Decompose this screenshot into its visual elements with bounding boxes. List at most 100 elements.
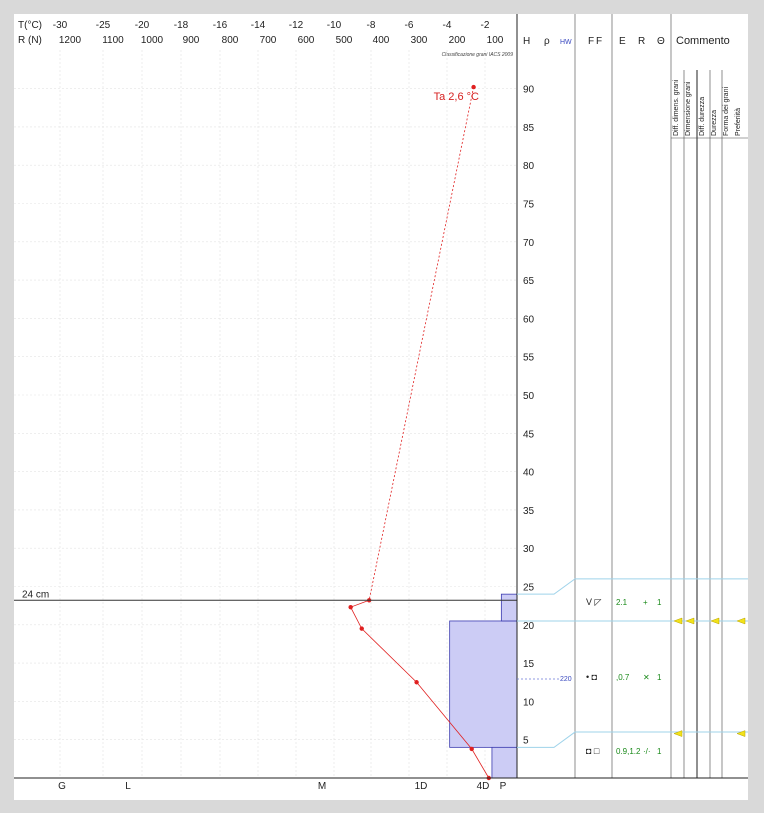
temperature-tick: -18 (174, 20, 189, 31)
col-e: E (619, 36, 626, 47)
col-theta: Θ (657, 36, 665, 47)
layer-wetness: 1 (657, 673, 662, 682)
layer-grain-size: ,0.7 (616, 673, 630, 682)
layer-grain-size: 2.1 (616, 598, 628, 607)
height-tick: 40 (523, 468, 535, 479)
hardness-bar (449, 620, 518, 748)
height-tick: 85 (523, 123, 535, 134)
comment-marker (736, 730, 746, 737)
temperature-axis-label: T(°C) (18, 20, 42, 31)
comment-column-header: Dimensione grani (685, 81, 692, 136)
col-f1: F (588, 36, 594, 47)
height-tick: 60 (523, 314, 535, 325)
air-temperature-line (368, 86, 474, 601)
temperature-tick: -4 (443, 20, 452, 31)
height-tick: 70 (523, 238, 535, 249)
comment-column-header: Preferiità (735, 108, 742, 136)
resistance-tick: 1100 (102, 35, 124, 46)
height-tick: 10 (523, 697, 535, 708)
resistance-tick: 600 (298, 35, 315, 46)
resistance-tick: 900 (183, 35, 200, 46)
layer-grain-symbols: • ◘ (586, 672, 598, 682)
hardness-scale-label: 1D (415, 781, 428, 792)
temperature-tick: -10 (327, 20, 342, 31)
air-temperature-label: Ta 2,6 °C (434, 91, 479, 103)
height-tick: 25 (523, 583, 535, 594)
comment-column-header: Durezza (711, 110, 718, 136)
temperature-point (469, 746, 474, 752)
height-tick: 5 (523, 736, 529, 747)
classification-note: Classificazione grani IACS 2009 (442, 52, 514, 58)
resistance-tick: 400 (373, 35, 390, 46)
layer-grain-symbols: ◘ □ (586, 746, 600, 756)
col-h: H (523, 36, 530, 47)
resistance-tick: 300 (411, 35, 428, 46)
resistance-tick: 500 (336, 35, 353, 46)
height-tick: 15 (523, 659, 535, 670)
col-hw: HW (560, 39, 572, 46)
comment-marker (673, 730, 683, 737)
temperature-point (414, 680, 419, 685)
temperature-tick: -12 (289, 20, 304, 31)
temperature-tick: -16 (213, 20, 228, 31)
temperature-tick: -30 (53, 20, 68, 31)
height-tick: 45 (523, 429, 535, 440)
snow-profile-sheet: T(°C) R (N) -30 -25 -20 -18 -16 -14 -12 -10 -8 -6… (14, 14, 748, 800)
layer-wetness: 1 (657, 747, 662, 756)
comment-column-header: Forma dei grani (723, 87, 730, 136)
height-tick: 35 (523, 506, 535, 517)
resistance-tick: 1000 (141, 35, 164, 46)
layer-hardness: + (643, 598, 648, 607)
air-temperature-point (471, 84, 476, 90)
hardness-scale-label: G (58, 781, 66, 792)
density-value: 220 (560, 676, 572, 683)
temperature-tick: -6 (405, 20, 414, 31)
col-r: R (638, 36, 645, 47)
temperature-point (348, 604, 353, 610)
resistance-tick: 1200 (59, 35, 82, 46)
layer-boundary (517, 578, 748, 595)
height-tick: 20 (523, 621, 535, 632)
temperature-tick: -8 (367, 20, 376, 31)
layer-boundary (517, 731, 748, 748)
comment-marker (673, 617, 683, 625)
col-f2: F (596, 36, 602, 47)
temperature-tick: -20 (135, 20, 150, 31)
hardness-bar (491, 746, 518, 779)
comment-column-header: Diff. dimens. grani (673, 79, 680, 136)
resistance-tick: 700 (260, 35, 277, 46)
layer-grain-symbols: V ◸ (586, 597, 602, 607)
layer-wetness: 1 (657, 598, 662, 607)
comment-title: Commento (676, 35, 730, 47)
height-tick: 30 (523, 544, 535, 555)
hardness-scale-label: L (125, 781, 131, 792)
temperature-tick: -2 (481, 20, 490, 31)
comment-column-header: Diff. durezza (699, 97, 706, 136)
hardness-bar (500, 593, 518, 622)
resistance-tick: 100 (487, 35, 504, 46)
snow-height-label: 24 cm (22, 589, 49, 600)
height-tick: 65 (523, 276, 535, 287)
col-rho: ρ (544, 36, 550, 47)
resistance-tick: 800 (222, 35, 239, 46)
resistance-tick: 200 (449, 35, 466, 46)
layer-hardness: ✕ (643, 673, 650, 682)
comment-marker (736, 617, 746, 625)
hardness-scale-label: M (318, 781, 326, 792)
height-tick: 90 (523, 85, 535, 96)
height-tick: 75 (523, 200, 535, 211)
temperature-tick: -25 (96, 20, 111, 31)
layer-grain-size: 0.9,1.2 (616, 747, 641, 756)
height-tick: 55 (523, 353, 535, 364)
temperature-point (359, 626, 364, 631)
hardness-scale-label: P (500, 781, 507, 792)
temperature-tick: -14 (251, 20, 266, 31)
height-tick: 50 (523, 391, 535, 402)
snow-profile-chart: T(°C) R (N) -30 -25 -20 -18 -16 -14 -12 -10 -8 -6… (14, 14, 748, 792)
resistance-axis-label: R (N) (18, 35, 42, 46)
height-tick: 80 (523, 161, 535, 172)
comment-marker (710, 617, 720, 625)
layer-hardness: ·/· (643, 747, 651, 756)
hardness-scale-label: 4D (477, 781, 490, 792)
comment-marker (685, 617, 695, 625)
